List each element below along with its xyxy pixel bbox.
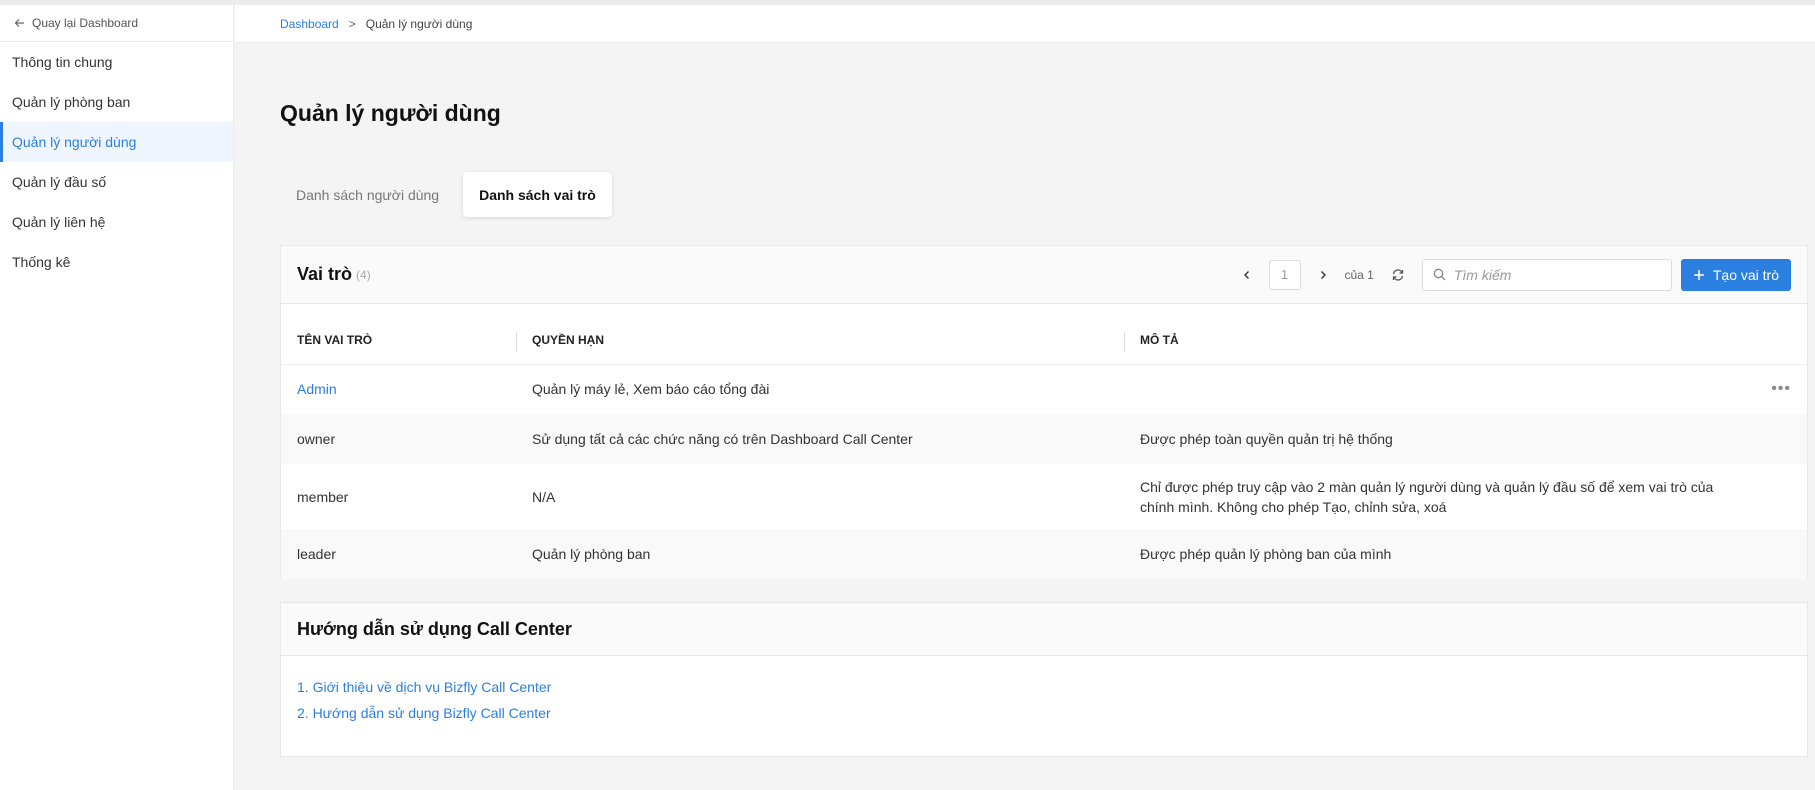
page-title: Quản lý người dùng — [280, 100, 501, 126]
roles-toolbar: của 1 Tạo vai trò — [1233, 258, 1791, 291]
guide-card: Hướng dẫn sử dụng Call Center 1. Giới th… — [280, 602, 1808, 757]
column-header-role-name: TÊN VAI TRÒ — [281, 304, 516, 365]
sidebar-item-numbers[interactable]: Quản lý đầu số — [0, 162, 233, 202]
create-role-label: Tạo vai trò — [1712, 266, 1779, 283]
role-description: Được phép quản lý phòng ban của mình — [1124, 529, 1756, 579]
more-actions-icon[interactable]: ••• — [1771, 380, 1791, 397]
sidebar-item-departments[interactable]: Quản lý phòng ban — [0, 82, 233, 122]
guide-card-header: Hướng dẫn sử dụng Call Center — [281, 603, 1807, 656]
guide-link-intro[interactable]: 1. Giới thiệu về dịch vụ Bizfly Call Cen… — [297, 674, 1791, 700]
sidebar-item-label: Quản lý liên hệ — [12, 214, 106, 230]
sidebar-item-label: Thống kê — [12, 254, 71, 270]
sidebar-item-general-info[interactable]: Thông tin chung — [0, 42, 233, 82]
guide-links: 1. Giới thiệu về dịch vụ Bizfly Call Cen… — [281, 656, 1807, 744]
prev-page-button[interactable] — [1233, 261, 1261, 289]
table-row[interactable]: leader Quản lý phòng ban Được phép quản … — [281, 529, 1807, 579]
guide-title: Hướng dẫn sử dụng Call Center — [297, 618, 572, 639]
page-total: của 1 — [1344, 267, 1374, 282]
roles-count: (4) — [356, 267, 371, 282]
back-to-dashboard-link[interactable]: Quay lại Dashboard — [0, 5, 233, 42]
table-row[interactable]: owner Sử dụng tất cả các chức năng có tr… — [281, 414, 1807, 464]
role-name: member — [297, 488, 349, 505]
sidebar-item-label: Quản lý đầu số — [12, 174, 107, 190]
sidebar-item-label: Quản lý người dùng — [12, 134, 137, 150]
arrow-left-icon — [14, 19, 24, 27]
column-header-actions — [1755, 304, 1807, 365]
refresh-button[interactable] — [1384, 261, 1412, 289]
column-header-description: MÔ TẢ — [1124, 304, 1756, 365]
roles-table: TÊN VAI TRÒ QUYỀN HẠN MÔ TẢ Admin Quản l… — [281, 304, 1807, 579]
table-row[interactable]: member N/A Chỉ được phép truy cập vào 2 … — [281, 464, 1807, 529]
role-name-link[interactable]: Admin — [297, 381, 337, 397]
role-description: Chỉ được phép truy cập vào 2 màn quản lý… — [1140, 478, 1714, 515]
breadcrumb-separator: > — [348, 16, 356, 31]
refresh-icon — [1392, 268, 1404, 281]
breadcrumb-current: Quản lý người dùng — [365, 16, 473, 31]
sidebar: Quay lại Dashboard Thông tin chung Quản … — [0, 5, 234, 790]
page-number-input[interactable] — [1268, 259, 1301, 290]
create-role-button[interactable]: Tạo vai trò — [1680, 258, 1791, 291]
role-description — [1124, 364, 1755, 414]
roles-title: Vai trò — [297, 264, 353, 284]
search-input[interactable] — [1453, 266, 1654, 283]
tab-role-list[interactable]: Danh sách vai trò — [463, 172, 612, 217]
table-header-row: TÊN VAI TRÒ QUYỀN HẠN MÔ TẢ — [281, 304, 1807, 365]
role-permissions: N/A — [532, 488, 556, 505]
chevron-right-icon — [1320, 270, 1326, 279]
breadcrumb-dashboard-link[interactable]: Dashboard — [280, 17, 339, 31]
guide-link-usage[interactable]: 2. Hướng dẫn sử dụng Bizfly Call Center — [297, 700, 1791, 726]
next-page-button[interactable] — [1309, 261, 1337, 289]
plus-icon — [1693, 269, 1704, 280]
role-name: owner — [281, 414, 516, 464]
role-permissions: Quản lý máy lẻ, Xem báo cáo tổng đài — [532, 381, 770, 398]
back-label: Quay lại Dashboard — [32, 16, 139, 30]
role-permissions: Sử dụng tất cả các chức năng có trên Das… — [516, 414, 1124, 464]
sidebar-item-label: Thông tin chung — [12, 54, 113, 70]
role-permissions: Quản lý phòng ban — [516, 529, 1124, 579]
sidebar-item-label: Quản lý phòng ban — [12, 94, 131, 110]
roles-card-header: Vai trò (4) của 1 Tạo vai trò — [281, 246, 1807, 304]
sidebar-item-contacts[interactable]: Quản lý liên hệ — [0, 202, 233, 242]
breadcrumb: Dashboard > Quản lý người dùng — [235, 5, 1815, 43]
role-name: leader — [281, 529, 516, 579]
tab-bar: Danh sách người dùng Danh sách vai trò — [280, 172, 612, 217]
column-header-permissions: QUYỀN HẠN — [516, 304, 1124, 365]
role-description: Được phép toàn quyền quản trị hệ thống — [1124, 414, 1756, 464]
search-box — [1421, 258, 1672, 291]
tab-user-list[interactable]: Danh sách người dùng — [280, 172, 455, 217]
sidebar-item-statistics[interactable]: Thống kê — [0, 242, 233, 282]
sidebar-item-users[interactable]: Quản lý người dùng — [0, 122, 233, 162]
search-icon — [1433, 268, 1446, 281]
roles-card: Vai trò (4) của 1 Tạo vai trò — [280, 245, 1808, 579]
table-row[interactable]: Admin Quản lý máy lẻ, Xem báo cáo tổng đ… — [281, 364, 1807, 414]
chevron-left-icon — [1243, 270, 1249, 279]
